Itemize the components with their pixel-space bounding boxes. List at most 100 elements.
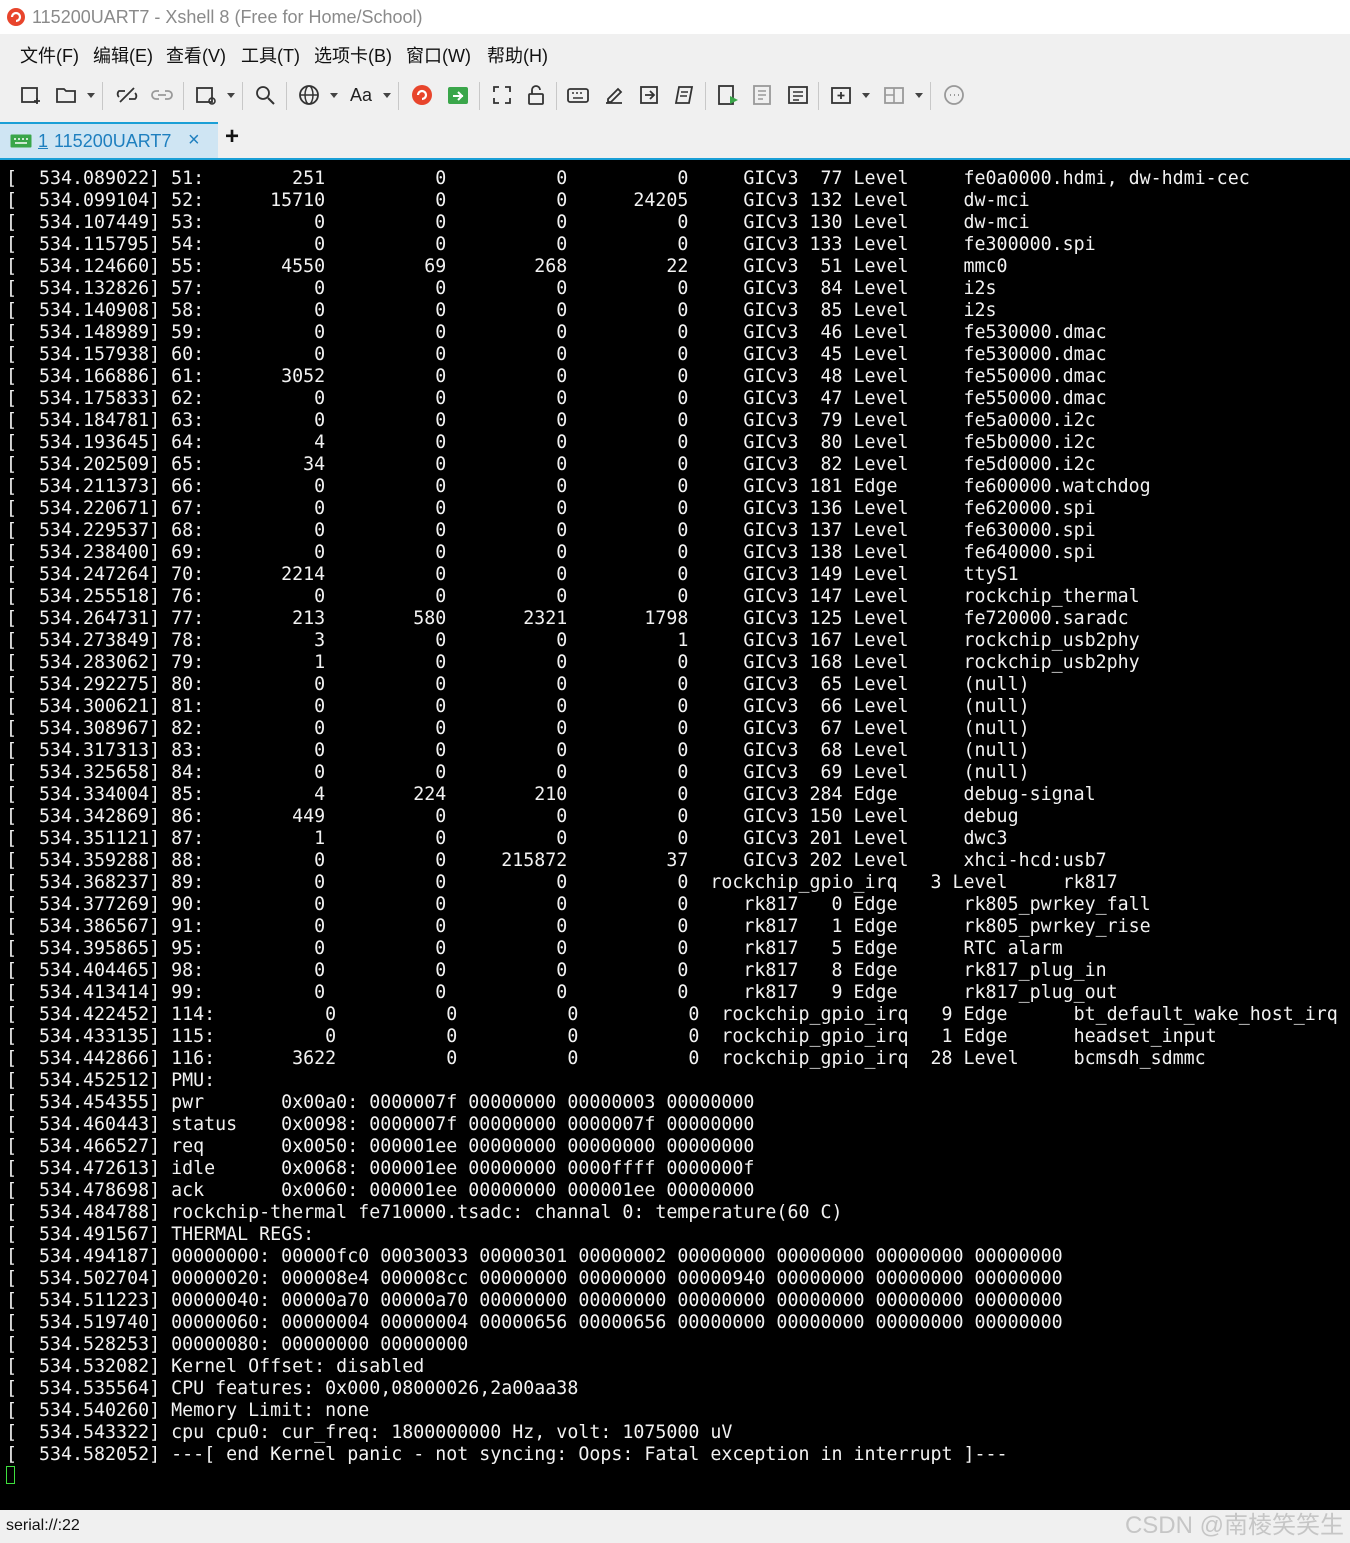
- terminal-line: [ 534.166886] 61: 3052 0 0 0 GICv3 48 Le…: [6, 366, 1107, 387]
- terminal-cursor: [6, 1466, 15, 1484]
- terminal-line: [ 534.140908] 58: 0 0 0 0 GICv3 85 Level…: [6, 300, 997, 321]
- terminal-line: [ 534.491567] THERMAL REGS:: [6, 1224, 315, 1245]
- terminal-line: [ 534.211373] 66: 0 0 0 0 GICv3 181 Edge…: [6, 476, 1151, 497]
- xftp-icon[interactable]: [446, 83, 470, 107]
- toolbar-divider: [818, 82, 819, 110]
- terminal-line: [ 534.478698] ack 0x0060: 000001ee 00000…: [6, 1180, 755, 1201]
- log-icon[interactable]: [751, 83, 775, 107]
- terminal-line: [ 534.472613] idle 0x0068: 000001ee 0000…: [6, 1158, 755, 1179]
- terminal-line: [ 534.404465] 98: 0 0 0 0 rk817 8 Edge r…: [6, 960, 1107, 981]
- new-session-icon[interactable]: [19, 83, 43, 107]
- terminal-line: [ 534.107449] 53: 0 0 0 0 GICv3 130 Leve…: [6, 212, 1030, 233]
- terminal-line: [ 534.099104] 52: 15710 0 0 24205 GICv3 …: [6, 190, 1030, 211]
- toolbar-divider: [930, 82, 931, 110]
- terminal-line: [ 534.519740] 00000060: 00000004 0000000…: [6, 1312, 1063, 1333]
- terminal-line: [ 534.157938] 60: 0 0 0 0 GICv3 45 Level…: [6, 344, 1107, 365]
- terminal-line: [ 534.433135] 115: 0 0 0 0 rockchip_gpio…: [6, 1026, 1217, 1047]
- disconnect-icon[interactable]: [115, 83, 139, 107]
- menu-view[interactable]: 查看(V): [166, 42, 226, 68]
- window-title: 115200UART7 - Xshell 8 (Free for Home/Sc…: [32, 7, 423, 27]
- terminal-line: [ 534.540260] Memory Limit: none: [6, 1400, 370, 1421]
- terminal-line: [ 534.460443] status 0x0098: 0000007f 00…: [6, 1114, 755, 1135]
- terminal-line: [ 534.238400] 69: 0 0 0 0 GICv3 138 Leve…: [6, 542, 1096, 563]
- terminal-line: [ 534.528253] 00000080: 00000000 0000000…: [6, 1334, 469, 1355]
- terminal-line: [ 534.342869] 86: 449 0 0 0 GICv3 150 Le…: [6, 806, 1019, 827]
- terminal-line: [ 534.132826] 57: 0 0 0 0 GICv3 84 Level…: [6, 278, 997, 299]
- xshell-logo-icon: [7, 8, 25, 26]
- terminal-line: [ 534.264731] 77: 213 580 2321 1798 GICv…: [6, 608, 1129, 629]
- toolbar-divider: [556, 82, 557, 110]
- terminal-line: [ 534.308967] 82: 0 0 0 0 GICv3 67 Level…: [6, 718, 1030, 739]
- connection-status: serial://:22: [6, 1517, 80, 1534]
- menu-tabs[interactable]: 选项卡(B): [314, 42, 392, 68]
- terminal-line: [ 534.359288] 88: 0 0 215872 37 GICv3 20…: [6, 850, 1107, 871]
- terminal-icon: [10, 134, 32, 148]
- toolbar-divider: [479, 82, 480, 110]
- terminal-line: [ 534.351121] 87: 1 0 0 0 GICv3 201 Leve…: [6, 828, 1008, 849]
- layout-icon[interactable]: [882, 83, 906, 107]
- notes-icon[interactable]: [786, 83, 810, 107]
- terminal-line: [ 534.422452] 114: 0 0 0 0 rockchip_gpio…: [6, 1004, 1338, 1025]
- new-tab-dropdown-icon[interactable]: [862, 93, 870, 98]
- menu-help[interactable]: 帮助(H): [487, 42, 548, 68]
- tab-session[interactable]: 1 115200UART7 ×: [0, 122, 218, 158]
- terminal-line: [ 534.502704] 00000020: 000008e4 000008c…: [6, 1268, 1063, 1289]
- compose-icon[interactable]: [602, 83, 626, 107]
- terminal-line: [ 534.247264] 70: 2214 0 0 0 GICv3 149 L…: [6, 564, 1019, 585]
- keyboard-icon[interactable]: [566, 83, 590, 107]
- terminal-line: [ 534.325658] 84: 0 0 0 0 GICv3 69 Level…: [6, 762, 1030, 783]
- terminal-line: [ 534.175833] 62: 0 0 0 0 GICv3 47 Level…: [6, 388, 1107, 409]
- menu-bar: 文件(F) 编辑(E) 查看(V) 工具(T) 选项卡(B) 窗口(W) 帮助(…: [0, 34, 1350, 72]
- terminal-line: [ 534.229537] 68: 0 0 0 0 GICv3 137 Leve…: [6, 520, 1096, 541]
- toolbar-divider: [183, 82, 184, 110]
- chat-icon[interactable]: [942, 83, 966, 107]
- new-tab-icon[interactable]: [829, 83, 853, 107]
- toolbar: Aa: [0, 72, 1350, 118]
- terminal-line: [ 534.317313] 83: 0 0 0 0 GICv3 68 Level…: [6, 740, 1030, 761]
- menu-file[interactable]: 文件(F): [20, 42, 79, 68]
- font-button[interactable]: Aa: [350, 83, 380, 107]
- add-tab-button[interactable]: +: [225, 123, 239, 151]
- globe-icon[interactable]: [297, 83, 321, 107]
- properties-dropdown-icon[interactable]: [227, 93, 235, 98]
- open-dropdown-icon[interactable]: [87, 93, 95, 98]
- terminal-line: [ 534.511223] 00000040: 00000a70 00000a7…: [6, 1290, 1063, 1311]
- terminal-line: [ 534.386567] 91: 0 0 0 0 rk817 1 Edge r…: [6, 916, 1151, 937]
- terminal-line: [ 534.220671] 67: 0 0 0 0 GICv3 136 Leve…: [6, 498, 1096, 519]
- terminal-line: [ 534.193645] 64: 4 0 0 0 GICv3 80 Level…: [6, 432, 1096, 453]
- terminal-line: [ 534.124660] 55: 4550 69 268 22 GICv3 5…: [6, 256, 1008, 277]
- session-properties-icon[interactable]: [194, 83, 218, 107]
- toolbar-divider: [705, 82, 706, 110]
- toolbar-divider: [242, 82, 243, 110]
- terminal-line: [ 534.484788] rockchip-thermal fe710000.…: [6, 1202, 843, 1223]
- run-script-icon[interactable]: [716, 83, 740, 107]
- terminal-line: [ 534.466527] req 0x0050: 000001ee 00000…: [6, 1136, 755, 1157]
- xshell-icon[interactable]: [410, 83, 434, 107]
- lock-icon[interactable]: [524, 83, 548, 107]
- terminal-line: [ 534.300621] 81: 0 0 0 0 GICv3 66 Level…: [6, 696, 1030, 717]
- transfer-icon[interactable]: [637, 83, 661, 107]
- layout-dropdown-icon[interactable]: [915, 93, 923, 98]
- menu-window[interactable]: 窗口(W): [406, 42, 471, 68]
- title-bar: 115200UART7 - Xshell 8 (Free for Home/Sc…: [0, 0, 1350, 34]
- terminal-line: [ 534.255518] 76: 0 0 0 0 GICv3 147 Leve…: [6, 586, 1140, 607]
- tab-close-button[interactable]: ×: [188, 129, 200, 152]
- globe-dropdown-icon[interactable]: [330, 93, 338, 98]
- search-icon[interactable]: [253, 83, 277, 107]
- terminal-line: [ 534.395865] 95: 0 0 0 0 rk817 5 Edge R…: [6, 938, 1063, 959]
- terminal-line: [ 534.368237] 89: 0 0 0 0 rockchip_gpio_…: [6, 872, 1118, 893]
- open-folder-icon[interactable]: [54, 83, 78, 107]
- menu-edit[interactable]: 编辑(E): [93, 42, 153, 68]
- tab-label: 115200UART7: [54, 131, 172, 151]
- tab-number: 1: [38, 131, 49, 151]
- reconnect-icon[interactable]: [150, 83, 174, 107]
- terminal-line: [ 534.452512] PMU:: [6, 1070, 216, 1091]
- terminal-output[interactable]: [ 534.089022] 51: 251 0 0 0 GICv3 77 Lev…: [0, 160, 1350, 1510]
- menu-tools[interactable]: 工具(T): [241, 42, 300, 68]
- toolbar-divider: [102, 82, 103, 110]
- fullscreen-icon[interactable]: [490, 83, 514, 107]
- font-dropdown-icon[interactable]: [383, 93, 391, 98]
- script-icon[interactable]: [672, 83, 696, 107]
- terminal-line: [ 534.582052] ---[ end Kernel panic - no…: [6, 1444, 1008, 1465]
- watermark: CSDN @南棱笑笑生: [1124, 1512, 1344, 1539]
